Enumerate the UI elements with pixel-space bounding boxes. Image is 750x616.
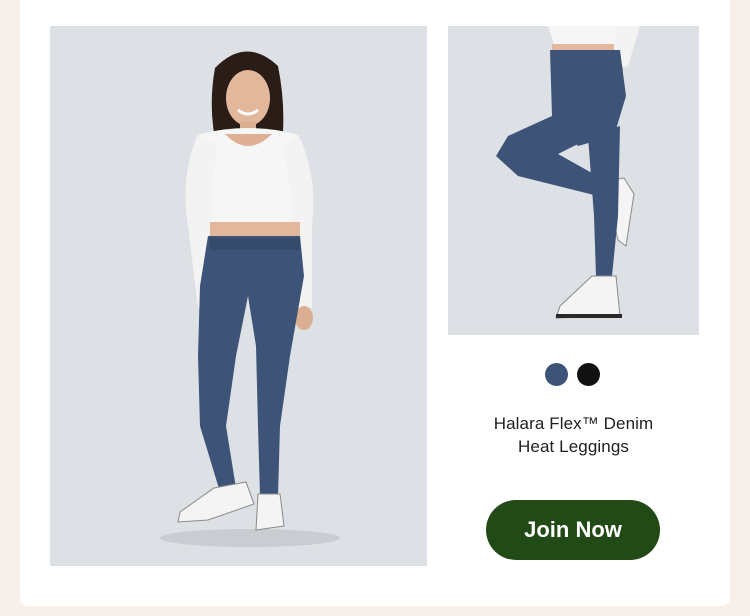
product-name[interactable]: Halara Flex™ Denim Heat Leggings [448,412,699,458]
product-card: Halara Flex™ Denim Heat Leggings Join No… [20,0,730,606]
leggings-side-illustration [496,26,640,319]
model-illustration [160,51,340,547]
swatch-black[interactable] [577,363,600,386]
product-name-line-2: Heat Leggings [518,437,629,456]
join-now-button[interactable]: Join Now [486,500,660,560]
product-name-line-1: Halara Flex™ Denim [493,414,654,433]
product-image-side[interactable] [448,26,699,335]
color-swatches [545,363,600,386]
swatch-denim-blue[interactable] [545,363,568,386]
product-image-main[interactable] [50,26,427,566]
